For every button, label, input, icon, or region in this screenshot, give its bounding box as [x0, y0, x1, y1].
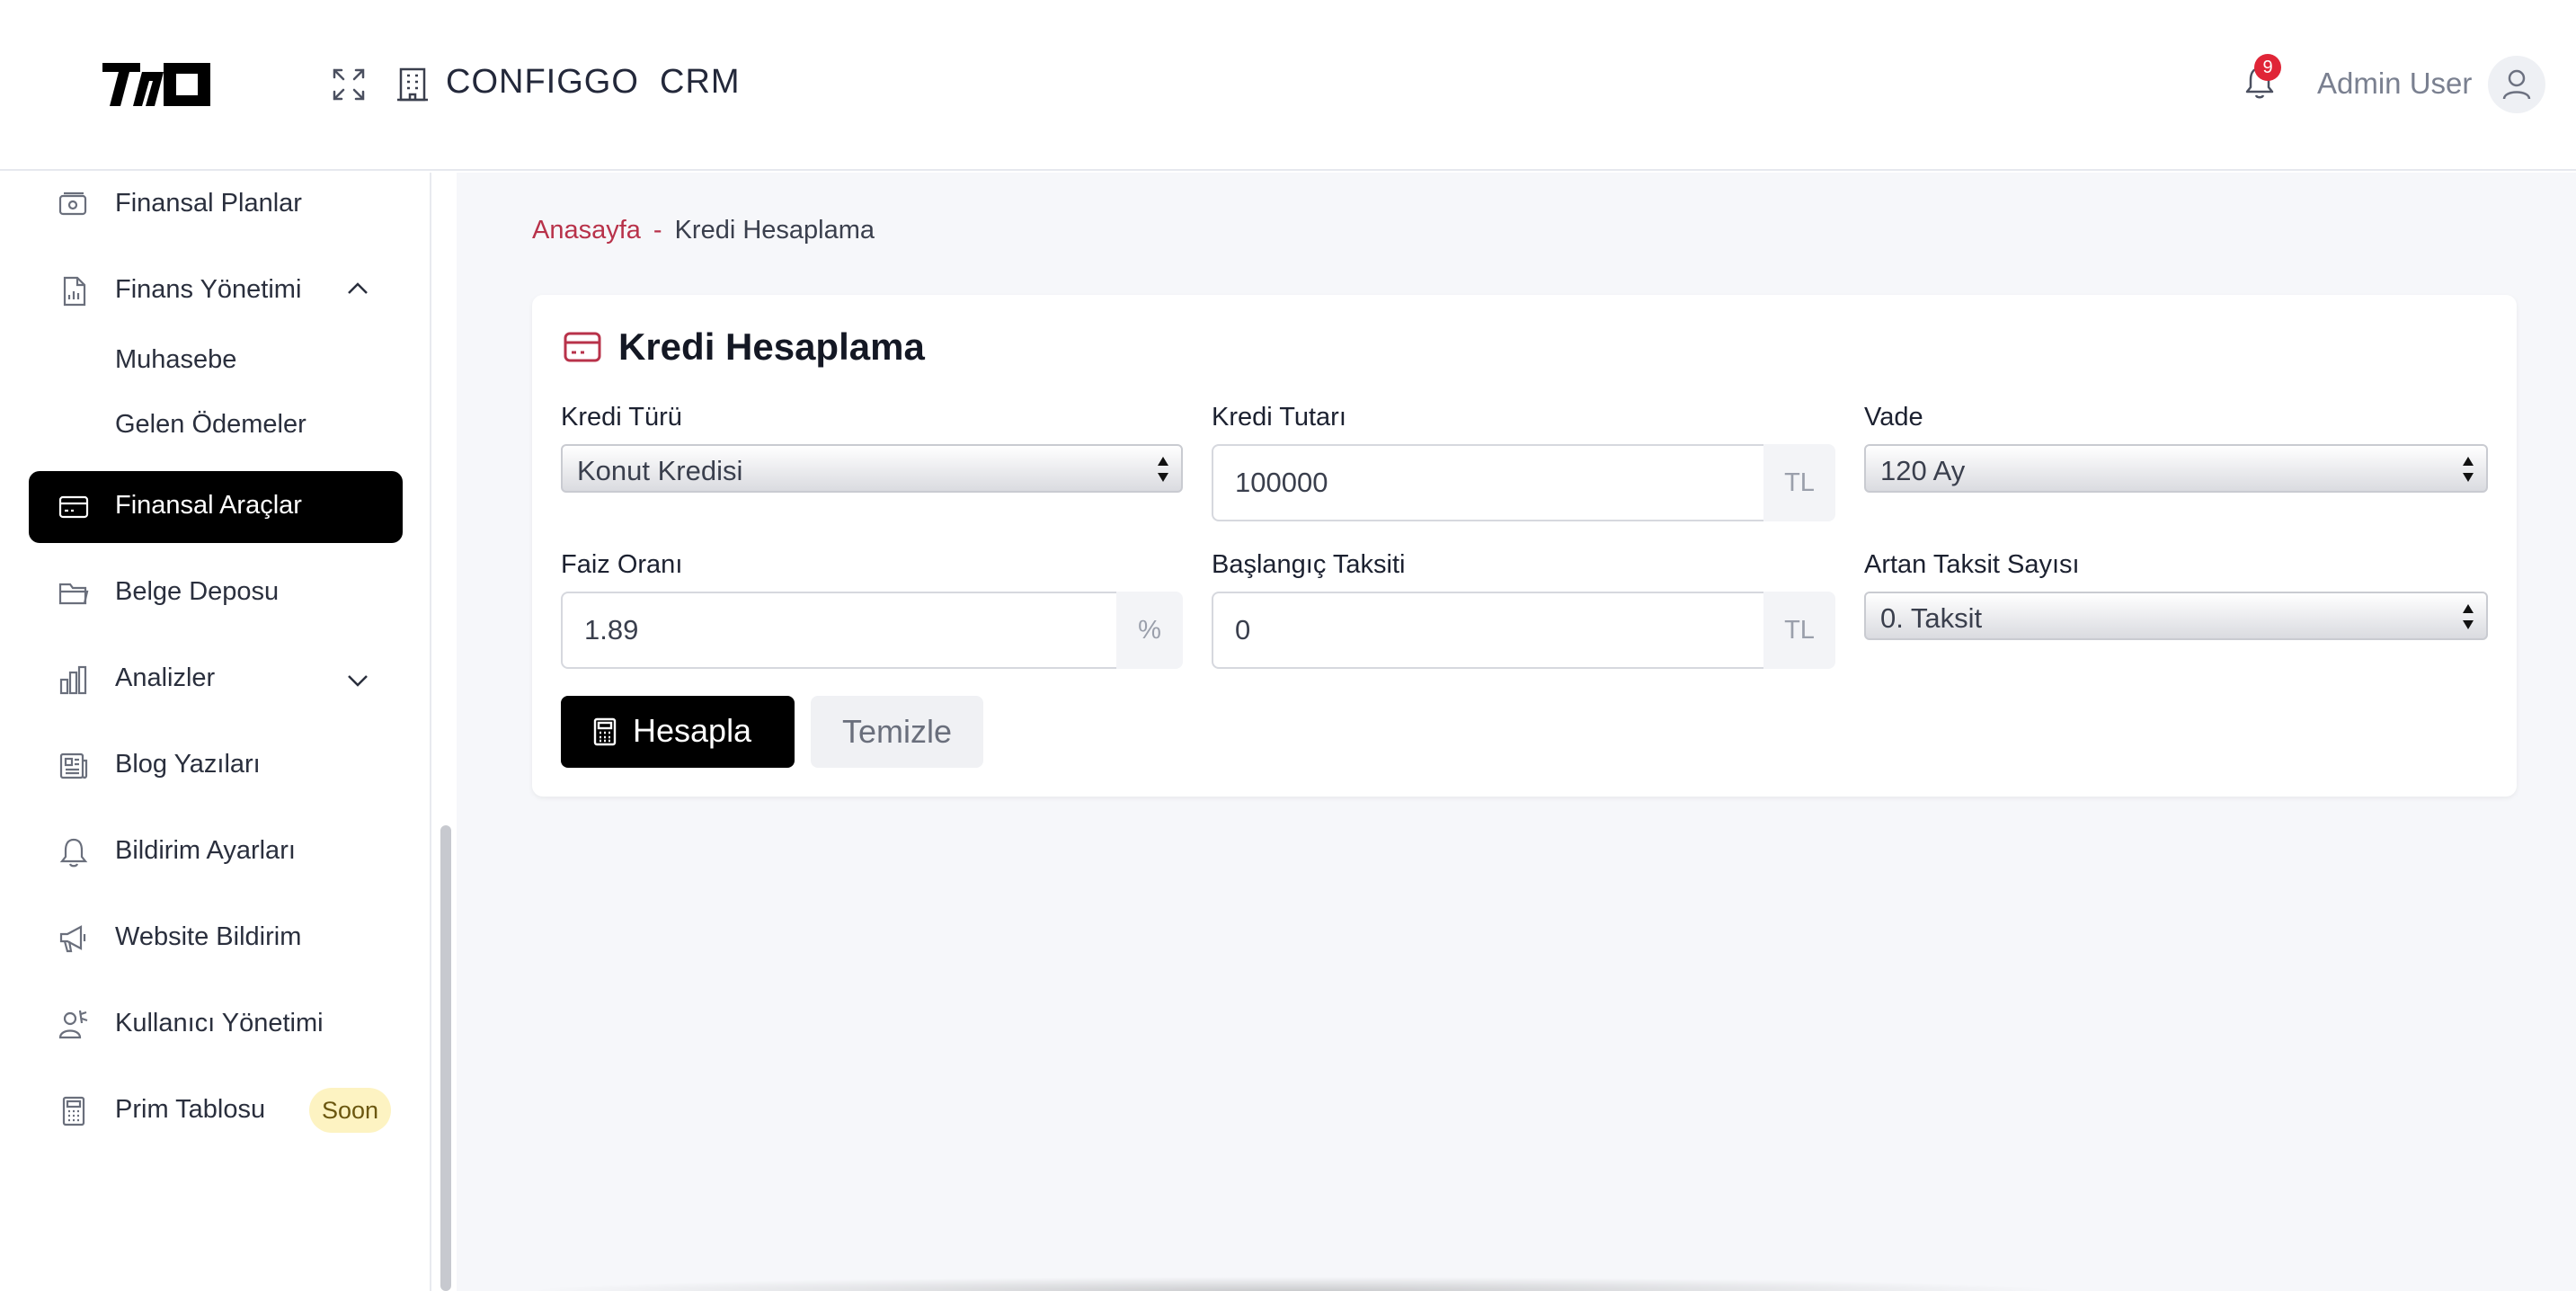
- credit-card-icon: [564, 332, 601, 362]
- initial-installment-group: 0 TL: [1212, 592, 1835, 669]
- avatar[interactable]: [2488, 56, 2545, 113]
- building-icon: [397, 67, 428, 102]
- calculate-button[interactable]: Hesapla: [561, 696, 795, 768]
- bar-chart-icon: [59, 665, 87, 695]
- sidebar-item-label: Analizler: [115, 663, 216, 692]
- sidebar-item-finansal-planlar[interactable]: Finansal Planlar: [29, 173, 403, 245]
- loan-amount-suffix: TL: [1763, 444, 1835, 521]
- increasing-installments-select[interactable]: 0. Taksit: [1864, 592, 2488, 640]
- sidebar-item-label: Finansal Araçlar: [115, 491, 302, 520]
- sidebar-scrollbar-thumb[interactable]: [440, 825, 451, 1291]
- interest-rate-group: 1.89 %: [561, 592, 1183, 669]
- interest-rate-label: Faiz Oranı: [561, 550, 683, 579]
- interest-rate-input[interactable]: 1.89: [561, 592, 1118, 669]
- sidebar-item-label: Finans Yönetimi: [115, 275, 302, 304]
- initial-installment-suffix: TL: [1763, 592, 1835, 669]
- sidebar-item-bildirim-ayarlari[interactable]: Bildirim Ayarları: [29, 816, 403, 888]
- initial-installment-label: Başlangıç Taksiti: [1212, 550, 1406, 579]
- increasing-installments-value: 0. Taksit: [1880, 602, 1983, 634]
- newspaper-icon: [59, 752, 88, 779]
- loan-type-select[interactable]: Konut Kredisi: [561, 444, 1183, 493]
- chevron-up-icon: [348, 282, 368, 294]
- credit-card-icon: [58, 495, 89, 519]
- page-title: Kredi Hesaplama: [618, 325, 925, 368]
- sidebar-item-analizler[interactable]: Analizler: [29, 644, 403, 716]
- term-select[interactable]: 120 Ay: [1864, 444, 2488, 493]
- initial-installment-input[interactable]: 0: [1212, 592, 1765, 669]
- sidebar-item-finans-yonetimi[interactable]: Finans Yönetimi: [29, 248, 403, 320]
- loan-type-value: Konut Kredisi: [577, 455, 743, 486]
- sidebar-item-label: Website Bildirim: [115, 922, 302, 951]
- money-icon: [58, 191, 87, 216]
- notification-count-badge: 9: [2254, 54, 2281, 81]
- sidebar-item-finansal-araclar[interactable]: Finansal Araçlar: [29, 471, 403, 543]
- user-name[interactable]: Admin User: [2317, 67, 2472, 101]
- app-title: CONFIGGO CRM: [446, 63, 741, 101]
- breadcrumb-current: Kredi Hesaplama: [674, 216, 875, 245]
- calculator-icon: [62, 1096, 85, 1126]
- sidebar-subitem-gelen-odemeler[interactable]: Gelen Ödemeler: [115, 410, 306, 440]
- select-arrows-icon: [1158, 457, 1168, 482]
- increasing-installments-label: Artan Taksit Sayısı: [1864, 550, 2080, 579]
- loan-amount-label: Kredi Tutarı: [1212, 403, 1346, 432]
- sidebar-item-blog-yazilari[interactable]: Blog Yazıları: [29, 730, 403, 802]
- user-icon: [2502, 69, 2531, 100]
- loan-amount-group: 100000 TL: [1212, 444, 1835, 521]
- sidebar-item-label: Prim Tablosu: [115, 1095, 266, 1124]
- fullscreen-icon[interactable]: [331, 67, 367, 102]
- bell-icon: [59, 838, 88, 868]
- sidebar: Finansal Planlar Finans Yönetimi Muhaseb…: [0, 173, 431, 1291]
- calculate-button-label: Hesapla: [633, 712, 752, 749]
- clear-button[interactable]: Temizle: [811, 696, 983, 768]
- megaphone-icon: [59, 925, 86, 953]
- sidebar-item-prim-tablosu[interactable]: Prim Tablosu Soon: [29, 1075, 403, 1147]
- interest-rate-suffix: %: [1116, 592, 1183, 669]
- sidebar-item-label: Finansal Planlar: [115, 189, 302, 218]
- breadcrumb-separator: -: [653, 216, 662, 245]
- select-arrows-icon: [2463, 457, 2474, 482]
- sidebar-item-belge-deposu[interactable]: Belge Deposu: [29, 557, 403, 629]
- bottom-shadow: [521, 1277, 2067, 1291]
- folder-icon: [58, 583, 89, 605]
- term-label: Vade: [1864, 403, 1923, 432]
- sidebar-item-label: Blog Yazıları: [115, 750, 261, 779]
- loan-amount-input[interactable]: 100000: [1212, 444, 1765, 521]
- top-header: CONFIGGO CRM 9 Admin User: [0, 0, 2576, 171]
- brand-logo[interactable]: [101, 59, 212, 110]
- term-value: 120 Ay: [1880, 455, 1966, 486]
- user-settings-icon: [58, 1010, 88, 1039]
- calculator-icon: [593, 717, 617, 746]
- sidebar-item-label: Belge Deposu: [115, 577, 280, 606]
- report-icon: [63, 276, 86, 307]
- sidebar-subitem-muhasebe[interactable]: Muhasebe: [115, 345, 236, 375]
- sidebar-item-label: Bildirim Ayarları: [115, 836, 296, 865]
- chevron-down-icon: [348, 675, 368, 687]
- sidebar-item-kullanici-yonetimi[interactable]: Kullanıcı Yönetimi: [29, 989, 403, 1061]
- loan-type-label: Kredi Türü: [561, 403, 682, 432]
- sidebar-item-label: Kullanıcı Yönetimi: [115, 1009, 324, 1037]
- breadcrumb-home-link[interactable]: Anasayfa: [532, 216, 641, 245]
- soon-badge: Soon: [309, 1088, 392, 1133]
- select-arrows-icon: [2463, 604, 2474, 629]
- breadcrumb: Anasayfa - Kredi Hesaplama: [532, 216, 875, 245]
- sidebar-item-website-bildirim[interactable]: Website Bildirim: [29, 903, 403, 975]
